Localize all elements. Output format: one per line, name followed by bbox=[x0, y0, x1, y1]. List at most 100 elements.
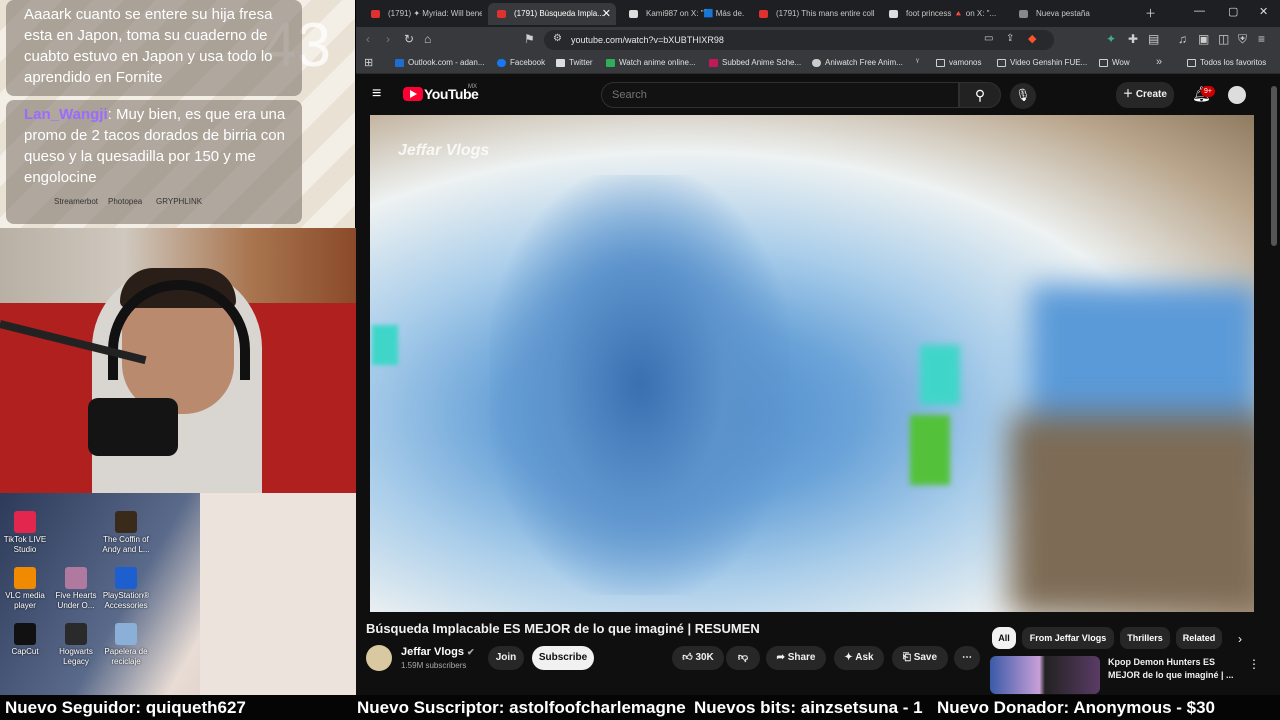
cast-icon[interactable]: ▭ bbox=[984, 33, 993, 44]
bookmark-extra-icon[interactable]: ᵞ bbox=[916, 56, 919, 66]
bookmark-item[interactable]: Facebook bbox=[497, 53, 545, 73]
chip-from-channel[interactable]: From Jeffar Vlogs bbox=[1022, 627, 1114, 649]
browser-tab[interactable]: (1791) This mans entire coll... bbox=[750, 3, 874, 25]
hamburger-menu-icon[interactable]: ≡ bbox=[372, 85, 381, 103]
scrollbar-thumb[interactable] bbox=[1271, 86, 1277, 246]
youtube-favicon-icon bbox=[759, 10, 768, 18]
more-actions-button[interactable]: ⋯ bbox=[954, 646, 980, 670]
like-button[interactable]: 👍︎ 30K bbox=[672, 646, 724, 670]
bookmark-item[interactable]: Twitter bbox=[556, 53, 593, 73]
browser-tab[interactable]: foot princess 🔺 on X: "... bbox=[880, 3, 1004, 25]
wallet-icon[interactable]: ◫ bbox=[1218, 32, 1229, 46]
video-player[interactable]: Jeffar Vlogs bbox=[370, 115, 1254, 612]
desktop-icon-coffin[interactable]: The Coffin of Andy and L... bbox=[96, 511, 156, 555]
reading-list-icon[interactable]: ▣ bbox=[1198, 32, 1209, 46]
voice-search-button[interactable]: 🎙 bbox=[1010, 83, 1036, 109]
plus-icon: ＋ bbox=[1123, 89, 1136, 100]
close-tab-icon[interactable]: ✕ bbox=[602, 3, 611, 25]
bookmark-folder[interactable]: Todos los favoritos bbox=[1187, 53, 1266, 73]
more-icon: ⋯ bbox=[962, 652, 972, 663]
chip-thrillers[interactable]: Thrillers bbox=[1120, 627, 1170, 649]
video-title: Búsqueda Implacable ES MEJOR de lo que i… bbox=[366, 621, 760, 636]
browser-tab[interactable]: (1791) ✦ Myriad: Will bene... bbox=[362, 3, 482, 25]
bookmark-item[interactable]: Aniwatch Free Anim... bbox=[812, 53, 903, 73]
brave-shields-icon[interactable]: ◆ bbox=[1028, 32, 1036, 45]
ask-button[interactable]: ✦ Ask bbox=[834, 646, 884, 670]
new-tab-icon[interactable]: ＋ bbox=[1145, 5, 1156, 21]
site-info-icon[interactable]: ⚙ bbox=[553, 33, 562, 44]
bookmark-item[interactable]: Watch anime online... bbox=[606, 53, 696, 73]
facebook-icon bbox=[497, 59, 506, 67]
bookmark-folder[interactable]: Wow bbox=[1099, 53, 1130, 73]
dislike-button[interactable]: 👎︎ bbox=[726, 646, 760, 670]
channel-name[interactable]: Jeffar Vlogs ✔ bbox=[401, 646, 475, 658]
anime-site-icon bbox=[606, 59, 615, 67]
avatar[interactable] bbox=[1228, 86, 1246, 104]
minimize-icon[interactable]: — bbox=[1194, 5, 1205, 17]
desktop-icon-recycle-bin[interactable]: Papelera de reciclaje bbox=[96, 623, 156, 667]
browser-tab-active[interactable]: (1791) Búsqueda Impla... ✕ bbox=[488, 3, 616, 25]
forward-icon[interactable]: › bbox=[386, 32, 390, 46]
video-watermark-logo: Jeffar Vlogs bbox=[398, 142, 490, 159]
x-favicon-icon bbox=[629, 10, 638, 18]
search-button[interactable]: ⚲ bbox=[959, 82, 1001, 108]
more-vert-icon[interactable]: ⋮ bbox=[1248, 657, 1260, 671]
bookmarks-bar: ⊞ Outlook.com - adan... Facebook Twitter… bbox=[356, 53, 1280, 74]
reload-icon[interactable]: ↻ bbox=[404, 32, 414, 46]
brave-favicon-icon bbox=[1019, 10, 1028, 18]
media-icon[interactable]: ♫ bbox=[1178, 32, 1187, 46]
chevron-right-icon[interactable]: › bbox=[1238, 632, 1242, 646]
sparkle-icon: ✦ bbox=[844, 652, 856, 663]
share-button[interactable]: ➦ Share bbox=[766, 646, 826, 670]
sidebar-icon[interactable]: ▤ bbox=[1148, 32, 1159, 46]
browser-tab[interactable]: Kami987 on X: "🟦 Más de... bbox=[620, 3, 744, 25]
search-input[interactable] bbox=[602, 83, 932, 107]
bookmark-page-icon[interactable]: ⚑ bbox=[524, 32, 535, 46]
bookmark-folder[interactable]: vamonos bbox=[936, 53, 981, 73]
recommended-title[interactable]: Kpop Demon Hunters ES MEJOR de lo que im… bbox=[1108, 656, 1238, 682]
rewards-icon[interactable]: ✦ bbox=[1106, 32, 1116, 46]
search-box[interactable] bbox=[601, 82, 959, 108]
create-button[interactable]: ＋ Create bbox=[1116, 82, 1174, 108]
video-frame-region bbox=[372, 325, 398, 365]
browser-toolbar: ‹ › ↻ ⌂ ⚑ ⚙ youtube.com/watch?v=bXUBTHIX… bbox=[356, 27, 1280, 53]
url-text[interactable]: youtube.com/watch?v=bXUBTHIXR98 bbox=[571, 30, 724, 50]
channel-avatar[interactable] bbox=[366, 645, 392, 671]
desktop-icon-tiktok[interactable]: TikTok LIVE Studio bbox=[0, 511, 55, 555]
home-icon[interactable]: ⌂ bbox=[424, 32, 431, 46]
video-frame-region bbox=[920, 345, 960, 405]
browser-tab[interactable]: Nueva pestaña bbox=[1010, 3, 1130, 25]
menu-icon[interactable]: ≡ bbox=[1258, 32, 1265, 46]
more-bookmarks-icon[interactable]: » bbox=[1156, 56, 1162, 68]
bookmark-item[interactable]: Subbed Anime Sche... bbox=[709, 53, 801, 73]
extensions-icon[interactable]: ✚ bbox=[1128, 32, 1138, 46]
vpn-icon[interactable]: ⛨ bbox=[1238, 32, 1247, 47]
share-page-icon[interactable]: ⇪ bbox=[1006, 33, 1014, 44]
desktop-icon-playstation[interactable]: PlayStation® Accessories bbox=[96, 567, 156, 611]
capcut-icon bbox=[14, 623, 36, 645]
thumbs-down-icon: 👎︎ bbox=[737, 652, 749, 663]
save-button[interactable]: ⎗ Save bbox=[892, 646, 948, 670]
apps-grid-icon[interactable]: ⊞ bbox=[364, 56, 373, 69]
chip-all[interactable]: All bbox=[992, 627, 1016, 649]
back-icon[interactable]: ‹ bbox=[366, 32, 370, 46]
ticker-subscriber: Nuevo Suscriptor: astolfoofcharlemagne bbox=[357, 698, 686, 717]
address-bar[interactable]: ⚙ youtube.com/watch?v=bXUBTHIXR98 ▭ ⇪ ◆ bbox=[544, 30, 1054, 50]
chat-message: Aaaark cuanto se entere su hija fresa es… bbox=[6, 0, 302, 96]
subscribe-button[interactable]: Subscribe bbox=[532, 646, 594, 670]
folder-icon bbox=[1099, 59, 1108, 67]
wallpaper-art bbox=[200, 493, 356, 695]
close-window-icon[interactable]: ✕ bbox=[1259, 5, 1268, 18]
bookmark-folder[interactable]: Video Genshin FUE... bbox=[997, 53, 1087, 73]
bookmark-item[interactable]: Outlook.com - adan... bbox=[395, 53, 484, 73]
scrollbar[interactable] bbox=[1270, 74, 1278, 695]
recommended-thumbnail[interactable] bbox=[990, 656, 1100, 694]
stream-chat-overlay: 43 Aaaark cuanto se entere su hija fresa… bbox=[0, 0, 355, 228]
chip-related[interactable]: Related bbox=[1176, 627, 1222, 649]
youtube-logo-icon[interactable] bbox=[403, 87, 423, 101]
join-button[interactable]: Join bbox=[488, 646, 524, 670]
game-icon bbox=[65, 567, 87, 589]
microphone-icon: 🎙 bbox=[1015, 88, 1031, 102]
maximize-icon[interactable]: ▢ bbox=[1228, 5, 1238, 18]
video-frame-region bbox=[910, 415, 950, 485]
